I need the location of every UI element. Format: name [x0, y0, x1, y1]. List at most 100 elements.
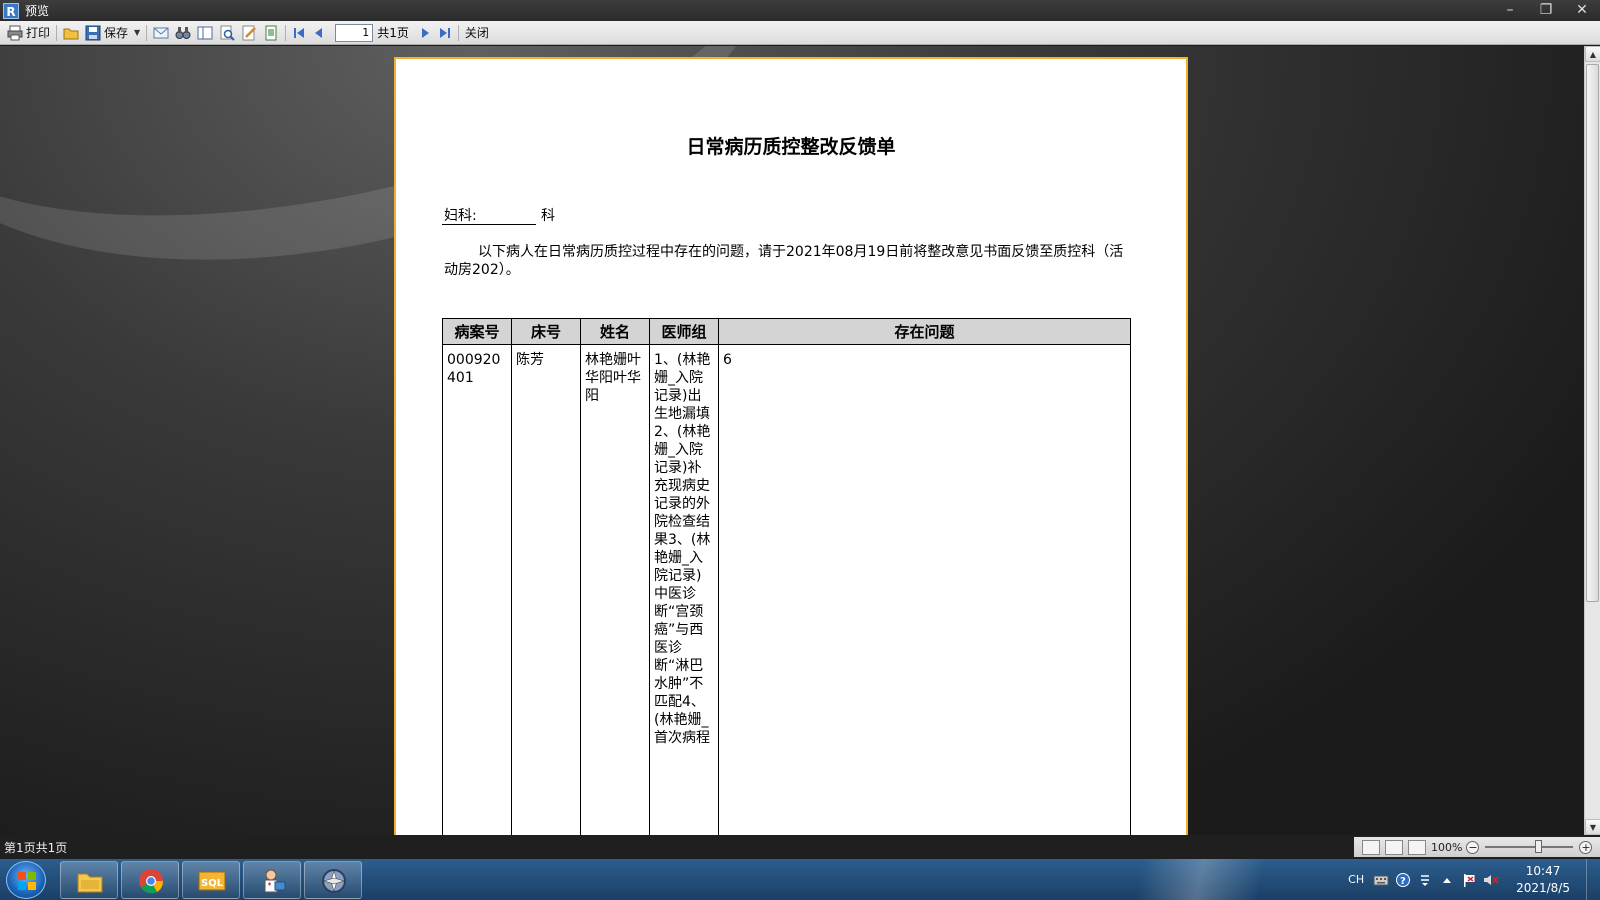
ime-options-icon[interactable]	[1417, 873, 1433, 887]
page-icon	[265, 25, 277, 40]
envelope-icon	[153, 27, 169, 38]
folder-icon	[77, 873, 103, 893]
zoom-slider[interactable]	[1485, 840, 1574, 853]
save-button[interactable]: 保存 ▼	[82, 23, 143, 43]
issues-table: 病案号 床号 姓名 医师组 存在问题 000920401 陈芳 林艳姗叶华阳叶华…	[442, 318, 1131, 835]
sql-server-icon: SQL	[198, 871, 226, 891]
taskbar: SQL CH ? 10:47 2021/8/5	[0, 859, 1600, 900]
page-info: 第1页共1页	[4, 840, 68, 855]
zoom-button[interactable]	[216, 23, 238, 43]
toolbar-separator	[285, 24, 287, 41]
svg-text:SQL: SQL	[201, 878, 224, 889]
document-title: 日常病历质控整改反馈单	[686, 136, 896, 158]
close-window-button[interactable]: ✕	[1564, 0, 1600, 21]
action-center-flag-icon[interactable]	[1461, 873, 1477, 887]
zoom-slider-thumb[interactable]	[1535, 840, 1543, 853]
multi-page-view-icon[interactable]	[1408, 839, 1426, 855]
compass-icon	[322, 869, 346, 893]
zoom-controls: 100% − +	[1354, 837, 1600, 857]
page-setup-button[interactable]	[260, 23, 282, 43]
preview-area[interactable]: 日常病历质控整改反馈单 妇科: 科 以下病人在日常病历质控过程中存在的问题，请于…	[0, 46, 1584, 835]
vertical-scrollbar[interactable]: ▲ ▼	[1584, 46, 1600, 835]
open-button[interactable]	[60, 23, 82, 43]
magnifier-icon	[220, 25, 235, 41]
keyboard-icon[interactable]	[1373, 873, 1389, 887]
department-suffix: 科	[541, 208, 555, 224]
two-page-view-icon[interactable]	[1385, 839, 1403, 855]
taskbar-sql[interactable]: SQL	[182, 861, 240, 899]
email-button[interactable]	[150, 23, 172, 43]
minimize-button[interactable]: –	[1492, 0, 1528, 21]
single-page-view-icon[interactable]	[1362, 839, 1380, 855]
pencil-page-icon	[242, 25, 257, 40]
cell-bed-no: 陈芳	[511, 347, 581, 835]
table-row: 000920401 陈芳 林艳姗叶华阳叶华阳 1、(林艳姗_入院记录)出生地漏填…	[442, 347, 1131, 835]
window-controls: – ❐ ✕	[1492, 0, 1600, 21]
next-page-button[interactable]	[415, 23, 435, 43]
toolbar: 打印 保存 ▼ 共1页 关闭	[0, 21, 1600, 45]
taskbar-his-app[interactable]	[243, 861, 301, 899]
clock-time: 10:47	[1525, 863, 1561, 878]
zoom-in-icon[interactable]: +	[1579, 840, 1593, 854]
scroll-up-icon[interactable]: ▲	[1585, 46, 1600, 62]
header-bed-no: 床号	[511, 318, 581, 345]
help-icon[interactable]: ?	[1395, 872, 1411, 887]
taskbar-compass-app[interactable]	[304, 861, 362, 899]
show-desktop-button[interactable]	[1586, 859, 1600, 900]
printer-icon	[7, 25, 23, 40]
chrome-icon	[139, 869, 164, 894]
start-button[interactable]	[6, 861, 46, 899]
notice-paragraph: 以下病人在日常病历质控过程中存在的问题，请于2021年08月19日前将整改意见书…	[444, 243, 1124, 279]
doctor-app-icon	[264, 869, 286, 893]
taskbar-explorer[interactable]	[60, 861, 118, 899]
cell-issues: 6	[718, 347, 1131, 835]
last-page-icon	[439, 27, 450, 38]
zoom-level: 100%	[1431, 840, 1463, 854]
show-hidden-icons-icon[interactable]	[1439, 873, 1455, 887]
header-case-no: 病案号	[442, 318, 512, 345]
taskbar-chrome[interactable]	[121, 861, 179, 899]
cell-name: 林艳姗叶华阳叶华阳	[580, 347, 650, 835]
floppy-disk-icon	[85, 25, 101, 40]
print-label: 打印	[26, 26, 51, 40]
scroll-down-icon[interactable]: ▼	[1585, 819, 1600, 835]
folder-open-icon	[63, 28, 79, 39]
window-title: 预览	[25, 4, 50, 18]
outline-button[interactable]	[194, 23, 216, 43]
first-page-button[interactable]	[289, 23, 309, 43]
previous-page-button[interactable]	[309, 23, 329, 43]
save-label: 保存	[104, 26, 129, 40]
restore-button[interactable]: ❐	[1528, 0, 1564, 21]
page-number-input[interactable]	[335, 23, 374, 42]
speaker-muted-icon[interactable]	[1483, 873, 1499, 887]
toolbar-separator	[56, 24, 58, 41]
scroll-thumb[interactable]	[1586, 64, 1599, 602]
system-tray: CH ? 10:47 2021/8/5	[1348, 859, 1600, 900]
clock[interactable]: 10:47 2021/8/5	[1516, 863, 1570, 897]
zoom-out-icon[interactable]: −	[1466, 840, 1480, 854]
total-pages-label: 共1页	[377, 26, 409, 40]
next-page-icon	[421, 27, 429, 38]
print-button[interactable]: 打印	[4, 23, 53, 43]
edit-button[interactable]	[238, 23, 260, 43]
table-header-row: 病案号 床号 姓名 医师组 存在问题	[442, 318, 1131, 345]
title-bar: R 预览 – ❐ ✕	[0, 0, 1600, 21]
notice-text: 以下病人在日常病历质控过程中存在的问题，请于2021年08月19日前将整改意见书…	[444, 244, 1124, 278]
last-page-button[interactable]	[435, 23, 455, 43]
language-indicator[interactable]: CH	[1348, 873, 1364, 886]
find-button[interactable]	[172, 23, 194, 43]
panel-icon	[197, 26, 213, 39]
close-label: 关闭	[464, 26, 489, 40]
header-name: 姓名	[580, 318, 650, 345]
previous-page-icon	[315, 27, 323, 38]
windows-logo-icon	[18, 872, 36, 890]
save-dropdown-icon[interactable]: ▼	[134, 28, 140, 37]
clock-date: 2021/8/5	[1516, 880, 1570, 895]
app-icon: R	[3, 2, 19, 19]
header-issues: 存在问题	[718, 318, 1131, 345]
svg-text:?: ?	[1400, 876, 1406, 887]
toolbar-separator	[457, 24, 459, 41]
department-underline	[442, 224, 536, 225]
close-preview-button[interactable]: 关闭	[462, 23, 492, 43]
header-doctor-group: 医师组	[649, 318, 719, 345]
